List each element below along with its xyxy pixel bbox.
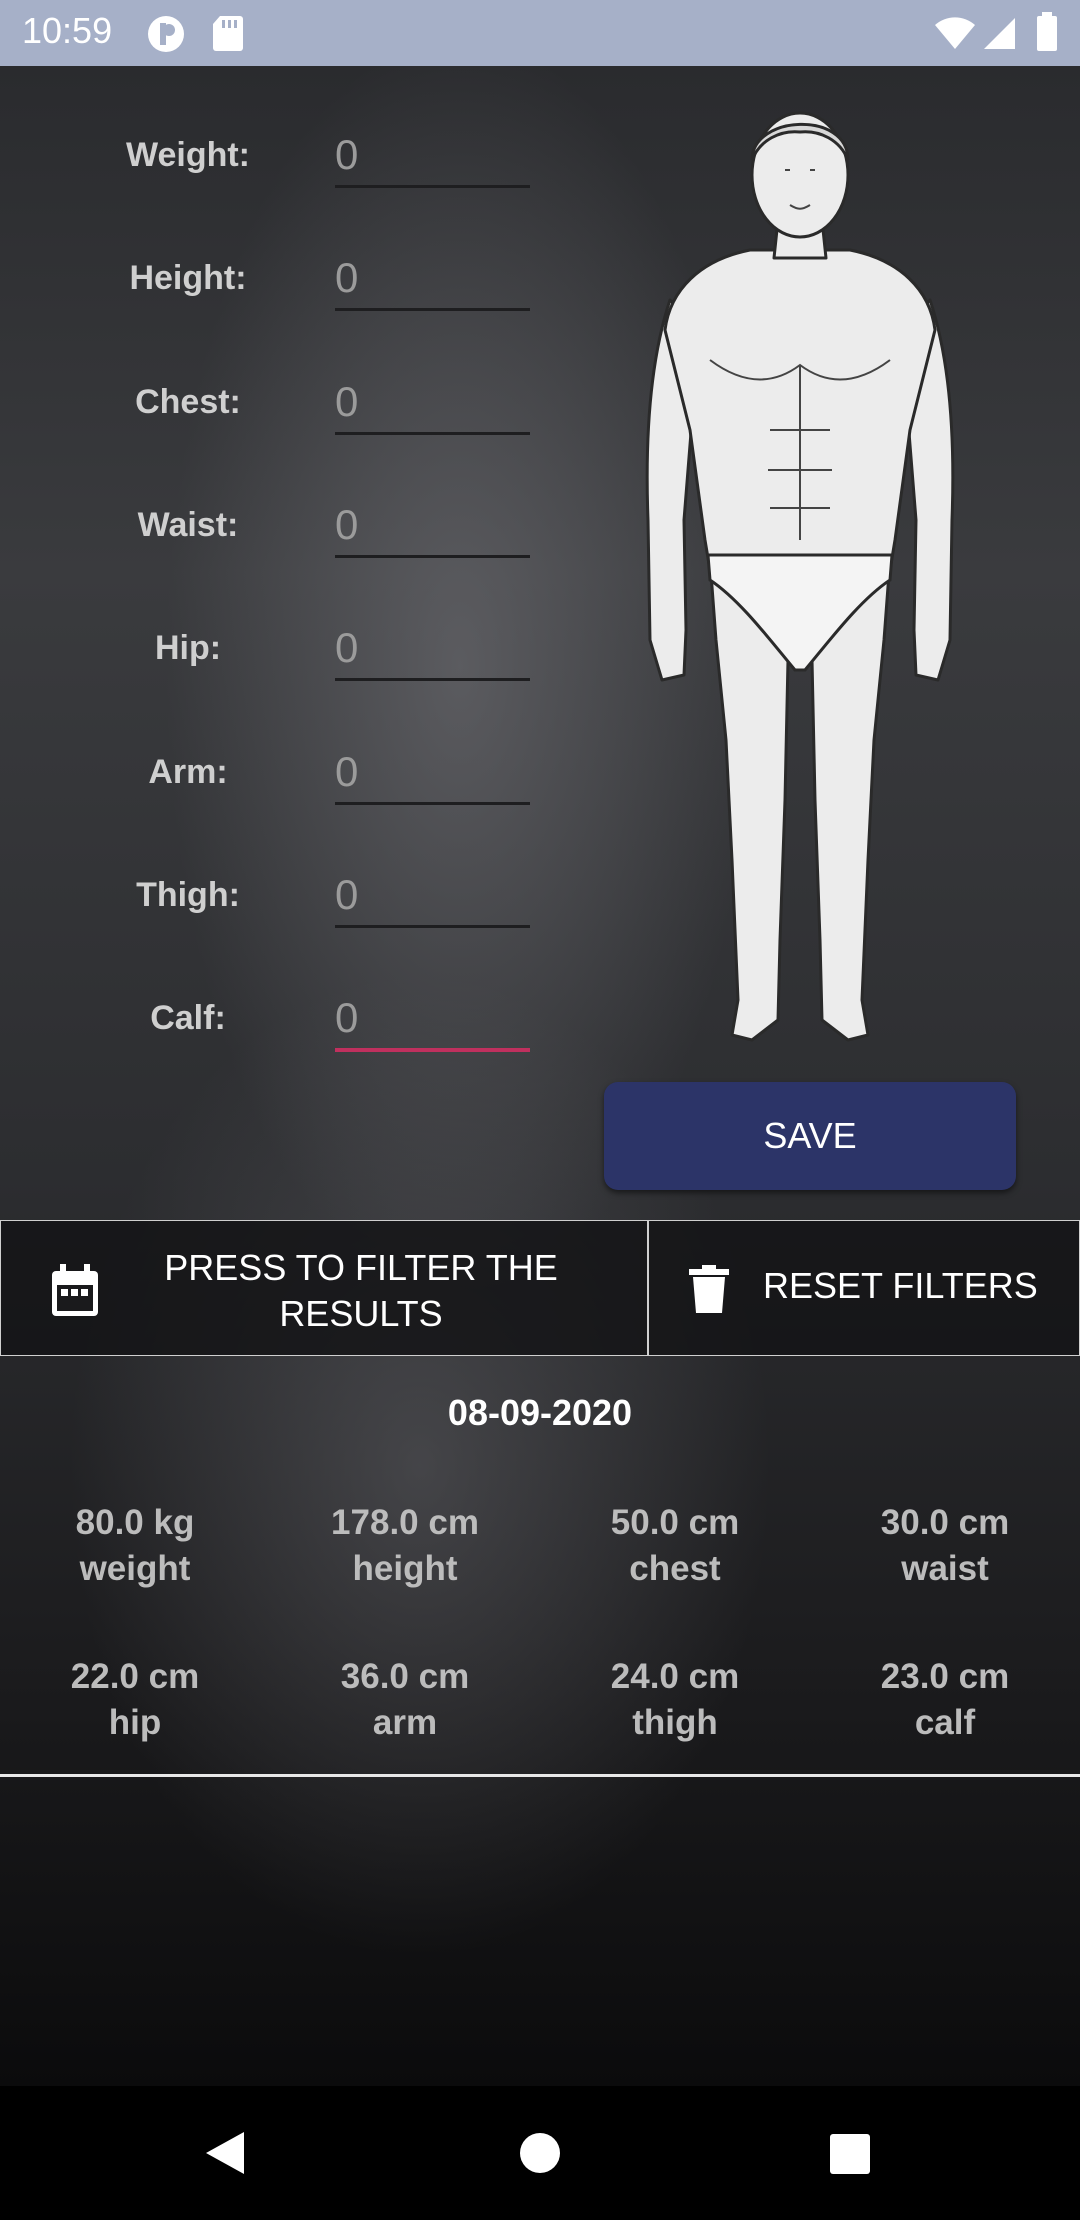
waist-input[interactable]: 0 — [335, 495, 530, 558]
home-icon[interactable] — [519, 2132, 561, 2179]
record-value: 80.0 kg — [75, 1503, 195, 1542]
record-divider — [0, 1774, 1080, 1777]
wifi-icon — [934, 16, 976, 55]
waist-label: Waist: — [137, 506, 239, 544]
weight-label: Weight: — [125, 136, 250, 174]
battery-icon — [1036, 12, 1058, 57]
record-label: arm — [372, 1703, 438, 1742]
record-entry-weight: 80.0 kg weight — [0, 1500, 270, 1592]
status-time: 10:59 — [22, 10, 113, 51]
filter-results-label: PRESS TO FILTER THE RESULTS — [164, 1247, 558, 1334]
height-input[interactable]: 0 — [335, 248, 530, 311]
record-value: 178.0 cm — [331, 1503, 479, 1542]
reset-filters-label: RESET FILTERS — [763, 1265, 1038, 1306]
notification-p-icon — [146, 14, 186, 59]
reset-filters-button[interactable]: RESET FILTERS — [648, 1220, 1080, 1356]
record-value: 22.0 cm — [70, 1657, 200, 1696]
record-value: 24.0 cm — [610, 1657, 740, 1696]
record-label: height — [352, 1549, 458, 1588]
record-label: hip — [108, 1703, 162, 1742]
record-entry-thigh: 24.0 cm thigh — [540, 1654, 810, 1746]
cellular-signal-icon — [982, 16, 1016, 55]
record-entry-height: 178.0 cm height — [270, 1500, 540, 1592]
record-label: chest — [629, 1549, 721, 1588]
status-bar: 10:59 — [0, 0, 1080, 66]
record-label: weight — [79, 1549, 191, 1588]
filter-results-button[interactable]: PRESS TO FILTER THE RESULTS — [0, 1220, 648, 1356]
record-date: 08-09-2020 — [447, 1392, 633, 1433]
record-entry-hip: 22.0 cm hip — [0, 1654, 270, 1746]
back-icon[interactable] — [204, 2130, 246, 2181]
hip-label: Hip: — [154, 629, 222, 667]
arm-input[interactable]: 0 — [335, 742, 530, 805]
record-entry-waist: 30.0 cm waist — [810, 1500, 1080, 1592]
weight-input[interactable]: 0 — [335, 125, 530, 188]
sd-card-icon — [212, 14, 244, 57]
height-label: Height: — [129, 259, 247, 297]
save-button[interactable]: SAVE — [604, 1082, 1016, 1190]
record-label: thigh — [632, 1703, 718, 1742]
chest-input[interactable]: 0 — [335, 372, 530, 435]
calendar-icon — [49, 1263, 101, 1328]
calf-label: Calf: — [150, 999, 226, 1037]
thigh-label: Thigh: — [136, 876, 240, 914]
record-value: 30.0 cm — [880, 1503, 1010, 1542]
record-value: 23.0 cm — [880, 1657, 1010, 1696]
chest-label: Chest: — [135, 383, 241, 421]
body-diagram-image — [645, 111, 955, 1042]
thigh-input[interactable]: 0 — [335, 865, 530, 928]
record-label: calf — [914, 1703, 976, 1742]
calf-input[interactable]: 0 — [335, 988, 530, 1052]
hip-input[interactable]: 0 — [335, 618, 530, 681]
record-entry-calf: 23.0 cm calf — [810, 1654, 1080, 1746]
record-value: 36.0 cm — [340, 1657, 470, 1696]
recents-icon[interactable] — [830, 2134, 870, 2179]
record-label: waist — [901, 1549, 989, 1588]
record-entry-chest: 50.0 cm chest — [540, 1500, 810, 1592]
record-entry-arm: 36.0 cm arm — [270, 1654, 540, 1746]
record-value: 50.0 cm — [610, 1503, 740, 1542]
trash-icon — [689, 1265, 729, 1324]
arm-label: Arm: — [148, 753, 228, 791]
navigation-bar — [0, 2086, 1080, 2220]
